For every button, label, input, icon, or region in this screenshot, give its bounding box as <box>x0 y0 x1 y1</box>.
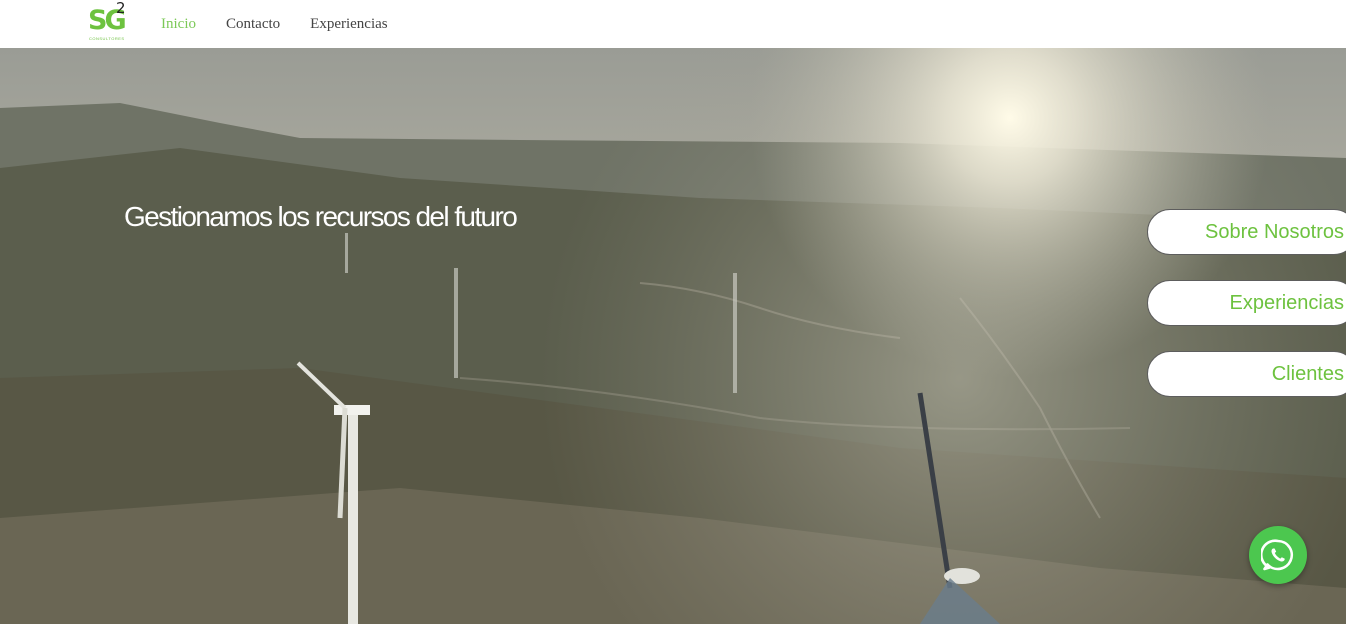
hero-video-background: Gestionamos los recursos del futuro Sobr… <box>0 48 1346 624</box>
experiencias-label: Experiencias <box>1229 292 1344 314</box>
main-nav: Inicio Contacto Experiencias <box>161 14 418 34</box>
clientes-label: Clientes <box>1271 363 1344 385</box>
nav-item-inicio[interactable]: Inicio <box>161 14 196 34</box>
whatsapp-icon <box>1261 539 1294 571</box>
hero-headline: Gestionamos los recursos del futuro <box>124 201 518 232</box>
nav-item-experiencias[interactable]: Experiencias <box>310 14 387 34</box>
wind-farm-landscape-image <box>0 48 1346 624</box>
sobre-nosotros-label: Sobre Nosotros <box>1205 221 1344 243</box>
sg2-logo[interactable]: SG 2 CONSULTORES <box>88 0 130 43</box>
nav-item-contacto[interactable]: Contacto <box>226 14 280 34</box>
logo-subtitle: CONSULTORES <box>89 36 125 41</box>
site-header: SG 2 CONSULTORES Inicio Contacto Experie… <box>0 0 1346 48</box>
experiencias-button[interactable]: Experiencias <box>1147 280 1346 326</box>
clientes-button[interactable]: Clientes <box>1147 351 1346 397</box>
logo-superscript: 2 <box>116 0 126 17</box>
sobre-nosotros-button[interactable]: Sobre Nosotros <box>1147 209 1346 255</box>
whatsapp-button[interactable] <box>1249 526 1307 584</box>
